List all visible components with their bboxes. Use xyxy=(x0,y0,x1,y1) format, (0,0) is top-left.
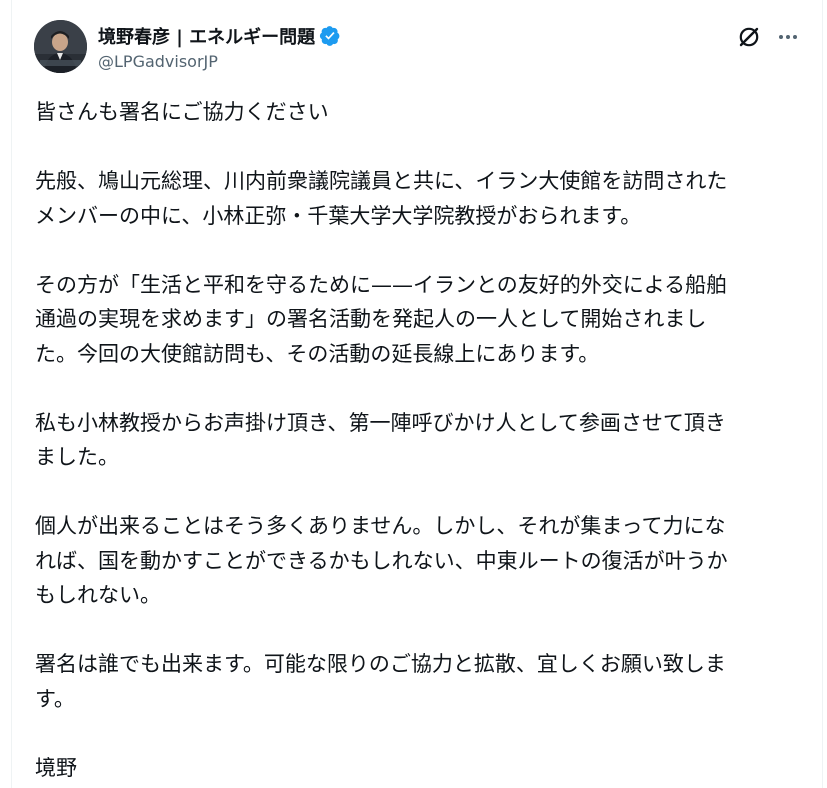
post-body: 皆さんも署名にご協力ください 先般、鳩山元総理、川内前衆議院議員と共に、イラン大… xyxy=(35,95,810,785)
avatar[interactable] xyxy=(34,20,87,73)
post-header: 境野春彦 | エネルギー問題 @LPGadvisorJP xyxy=(12,0,822,90)
post-signature: 境野 xyxy=(35,755,77,780)
author-display-name[interactable]: 境野春彦 | エネルギー問題 xyxy=(98,23,315,49)
post-paragraph: 署名は誰でも出来ます。可能な限りのご協力と拡散、宜しくお願い致しま す。 xyxy=(35,652,726,711)
avatar-image xyxy=(34,20,87,73)
post-paragraph: 皆さんも署名にご協力ください xyxy=(35,100,329,124)
author-name-row: 境野春彦 | エネルギー問題 xyxy=(98,22,341,50)
grok-button[interactable] xyxy=(736,24,762,50)
author-handle[interactable]: @LPGadvisorJP xyxy=(98,52,218,71)
post-paragraph: 先般、鳩山元総理、川内前衆議院議員と共に、イラン大使館を訪問された メンバーの中… xyxy=(35,169,728,228)
post-paragraph: その方が「生活と平和を守るために——イランとの友好的外交による船舶 通過の実現を… xyxy=(35,272,728,366)
more-options-button[interactable] xyxy=(774,24,802,50)
post-paragraph: 個人が出来ることはそう多くありません。しかし、それが集まって力にな れば、国を動… xyxy=(35,514,728,607)
verified-badge-icon[interactable] xyxy=(319,25,341,47)
grok-icon xyxy=(739,27,759,47)
more-icon xyxy=(779,35,797,39)
post-card: 境野春彦 | エネルギー問題 @LPGadvisorJP 皆さんも署名にご協力く… xyxy=(11,0,823,788)
post-paragraph: 私も小林教授からお声掛け頂き、第一陣呼びかけ人として参画させて頂き ました。 xyxy=(35,410,726,470)
